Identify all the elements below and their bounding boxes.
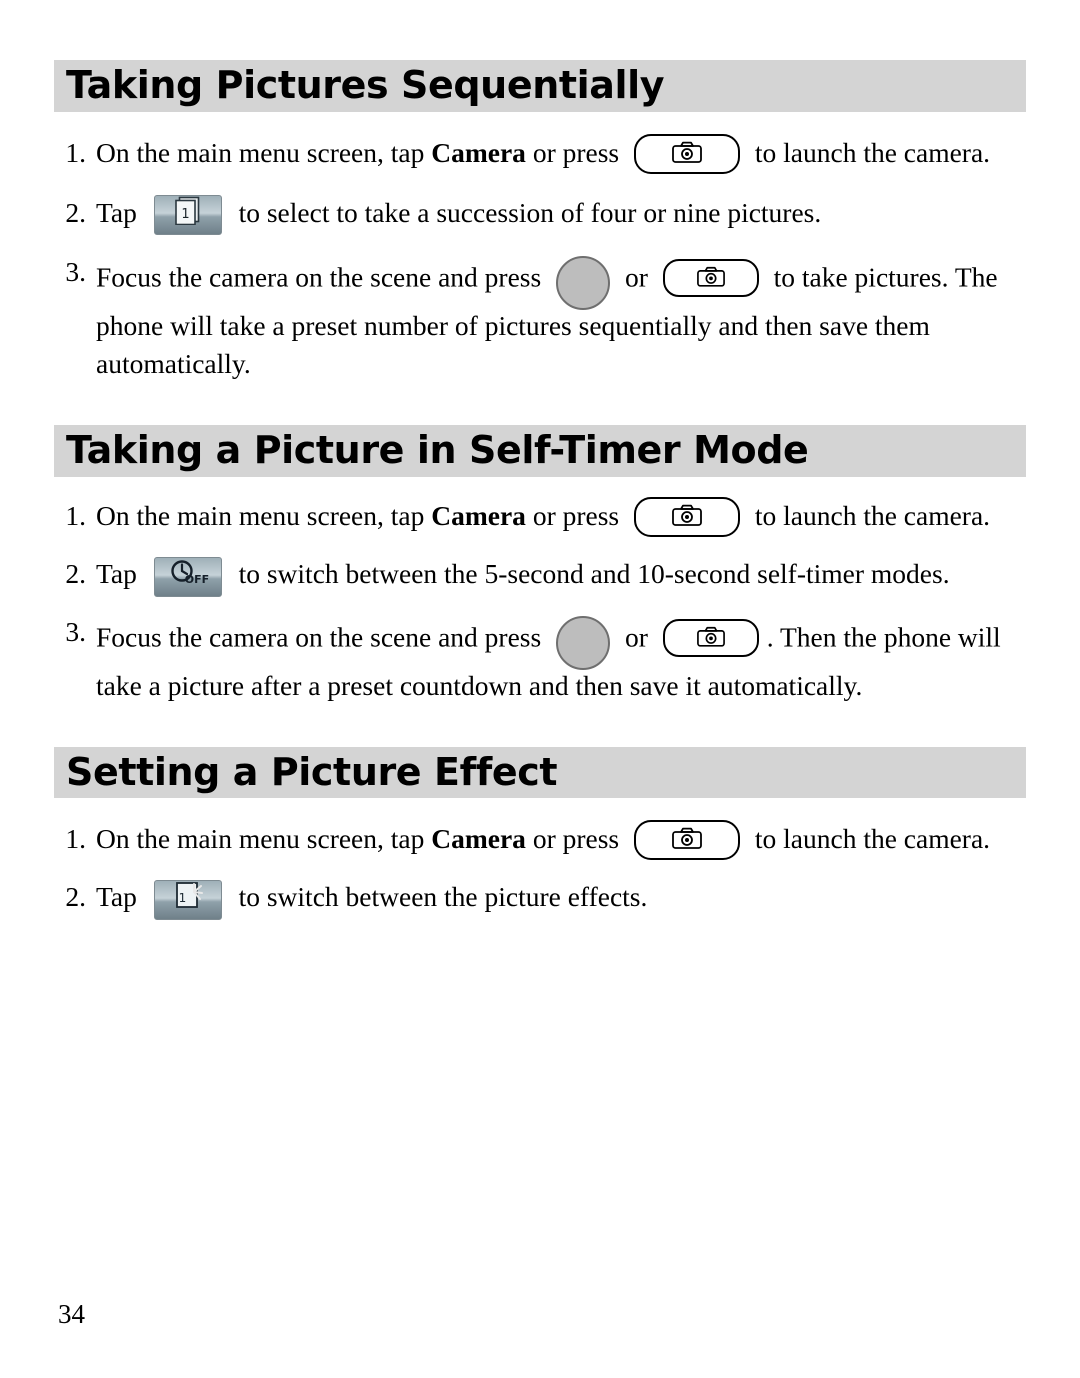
step-number: 3. [65, 615, 86, 647]
section-heading-self-timer: Taking a Picture in Self-Timer Mode [54, 423, 1026, 478]
steps-list-picture-effect: 1. On the main menu screen, tap Camera o… [0, 820, 1080, 920]
list-item: 3. Focus the camera on the scene and pre… [58, 613, 1018, 705]
camera-glyph [672, 821, 702, 859]
page-number: 34 [58, 1299, 85, 1329]
step-text: Tap OFF to switch between the 5-second a… [96, 555, 1018, 597]
step-text-fragment: or press [525, 136, 626, 168]
camera-glyph [672, 135, 702, 173]
step-text-fragment: On the main menu screen, tap [96, 136, 432, 168]
step-text-fragment: to launch the camera. [748, 823, 991, 855]
manual-page: Taking Pictures Sequentially 1. On the m… [0, 58, 1080, 1378]
section-heading-sequential: Taking Pictures Sequentially [54, 58, 1026, 112]
step-text: Tap 1 to select to take a succession of … [96, 194, 1018, 236]
picture-effect-softkey-icon: 1 [153, 879, 222, 920]
step-number: 1. [65, 136, 86, 168]
burst-glyph: 1 [170, 196, 206, 234]
step-text: Focus the camera on the scene and press … [96, 253, 1018, 383]
step-number: 1. [65, 823, 86, 855]
step-text: Tap 1 to switch between the picture effe… [96, 878, 1018, 920]
steps-list-self-timer: 1. On the main menu screen, tap Camera o… [0, 496, 1080, 705]
step-text: Focus the camera on the scene and press … [96, 613, 1018, 705]
camera-key-icon [662, 618, 759, 657]
shutter-circle-icon [556, 615, 611, 670]
step-number: 2. [65, 881, 86, 913]
section-heading-picture-effect: Setting a Picture Effect [54, 744, 1026, 799]
camera-menu-label: Camera [431, 500, 526, 532]
step-number: 3. [65, 256, 86, 288]
list-item: 2. Tap 1 to switch between the picture e… [58, 878, 1018, 920]
camera-glyph [696, 619, 725, 657]
camera-menu-label: Camera [431, 823, 526, 855]
step-number: 2. [65, 196, 86, 228]
list-item: 2. Tap OFF to switch between the 5-secon… [58, 555, 1018, 597]
step-text-fragment: Tap [96, 881, 144, 913]
step-text-fragment: to launch the camera. [748, 136, 991, 168]
step-number: 1. [65, 500, 86, 532]
shutter-circle-icon [556, 256, 611, 311]
camera-key-icon [634, 820, 740, 861]
step-text-fragment: Focus the camera on the scene and press [96, 261, 549, 293]
self-timer-glyph: OFF [166, 558, 210, 596]
step-text-fragment: or press [525, 823, 626, 855]
step-text-fragment: Focus the camera on the scene and press [96, 620, 549, 652]
step-text-fragment: to select to take a succession of four o… [231, 196, 822, 228]
svg-text:1: 1 [181, 207, 189, 222]
camera-key-icon [634, 496, 740, 537]
step-text: On the main menu screen, tap Camera or p… [96, 496, 1018, 539]
camera-menu-label: Camera [431, 136, 526, 168]
step-text-fragment: to launch the camera. [748, 500, 991, 532]
step-number: 2. [65, 557, 86, 589]
self-timer-off-softkey-icon: OFF [153, 556, 222, 597]
camera-glyph [672, 498, 702, 536]
step-text-fragment: to switch between the picture effects. [231, 881, 648, 913]
step-text-fragment: or [618, 620, 655, 652]
step-text-fragment: On the main menu screen, tap [96, 500, 432, 532]
camera-key-icon [634, 133, 740, 174]
picture-effect-glyph: 1 [169, 881, 207, 919]
step-text-fragment: On the main menu screen, tap [96, 823, 432, 855]
camera-glyph [696, 259, 725, 297]
list-item: 1. On the main menu screen, tap Camera o… [58, 496, 1018, 539]
step-text-fragment: or press [525, 500, 626, 532]
step-text-fragment: Tap [96, 196, 144, 228]
burst-mode-softkey-icon: 1 [153, 195, 222, 236]
step-text: On the main menu screen, tap Camera or p… [96, 133, 1018, 176]
page-title-picture-effect: Setting a Picture Effect [66, 749, 558, 794]
step-text-fragment: to switch between the 5-second and 10-se… [231, 557, 950, 589]
camera-key-icon [662, 259, 759, 298]
list-item: 2. Tap 1 to select to take a succession … [58, 194, 1018, 236]
step-text-fragment: Tap [96, 557, 144, 589]
steps-list-sequential: 1. On the main menu screen, tap Camera o… [0, 133, 1080, 383]
step-text-fragment: or [618, 261, 655, 293]
list-item: 1. On the main menu screen, tap Camera o… [58, 820, 1018, 862]
list-item: 1. On the main menu screen, tap Camera o… [58, 133, 1018, 176]
page-title-sequential: Taking Pictures Sequentially [66, 63, 665, 107]
page-title-self-timer: Taking a Picture in Self-Timer Mode [66, 428, 809, 473]
svg-text:OFF: OFF [185, 573, 209, 586]
list-item: 3. Focus the camera on the scene and pre… [58, 253, 1018, 383]
step-text: On the main menu screen, tap Camera or p… [96, 820, 1018, 862]
svg-text:1: 1 [178, 891, 186, 905]
